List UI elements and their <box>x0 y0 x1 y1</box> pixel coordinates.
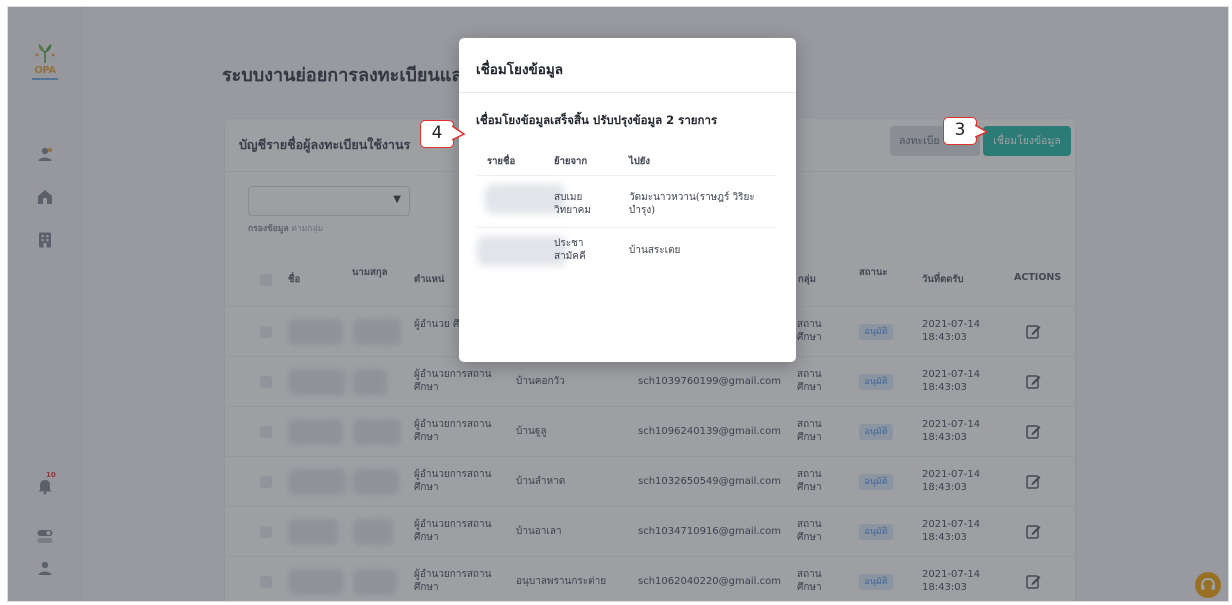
link-data-modal: เชื่อมโยงข้อมูล เชื่อมโยงข้อมูลเสร็จสิ้น… <box>459 38 796 362</box>
modal-table-row: ประชา สามัคคี บ้านสระเตย <box>477 227 777 275</box>
modal-row-to: วัดมะนาวหวาน(ราษฎร์ วิริยะบำรุง) <box>629 192 755 216</box>
app-window: OPA 10 ระบบงานย่อยการลงทะเบียนแล บัญชีรา… <box>7 6 1229 602</box>
modal-title: เชื่อมโยงข้อมูล <box>476 62 564 78</box>
modal-col-from: ย้ายจาก <box>554 156 588 167</box>
step-4-callout: 4 <box>420 120 454 148</box>
modal-row-from: ประชา สามัคคี <box>554 238 586 262</box>
step-3-callout: 3 <box>943 117 977 145</box>
modal-divider <box>459 92 796 93</box>
step-4-callout-tail <box>452 125 466 141</box>
modal-row-from: สบเมย วิทยาคม <box>554 192 591 216</box>
blurred-name <box>485 184 565 214</box>
step-3-callout-tail <box>975 124 989 138</box>
modal-table-row: สบเมย วิทยาคม วัดมะนาวหวาน(ราษฎร์ วิริยะ… <box>477 175 777 227</box>
modal-col-name: รายชื่อ <box>487 156 516 167</box>
modal-success-message: เชื่อมโยงข้อมูลเสร็จสิ้น ปรับปรุงข้อมูล … <box>476 113 718 127</box>
modal-row-to: บ้านสระเตย <box>629 245 681 256</box>
modal-col-to: ไปยัง <box>629 156 651 167</box>
